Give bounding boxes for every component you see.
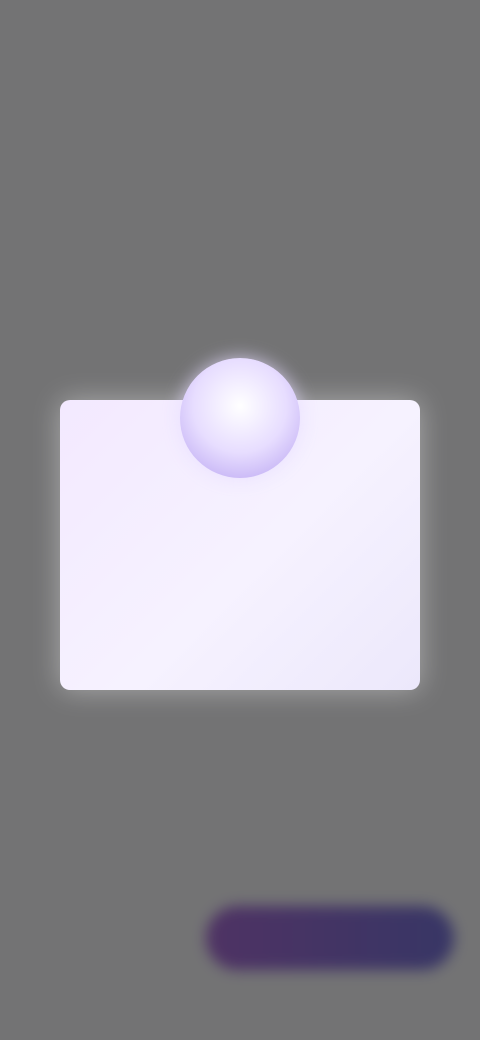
circle-badge-icon (180, 358, 300, 478)
app-screen (0, 0, 480, 1040)
